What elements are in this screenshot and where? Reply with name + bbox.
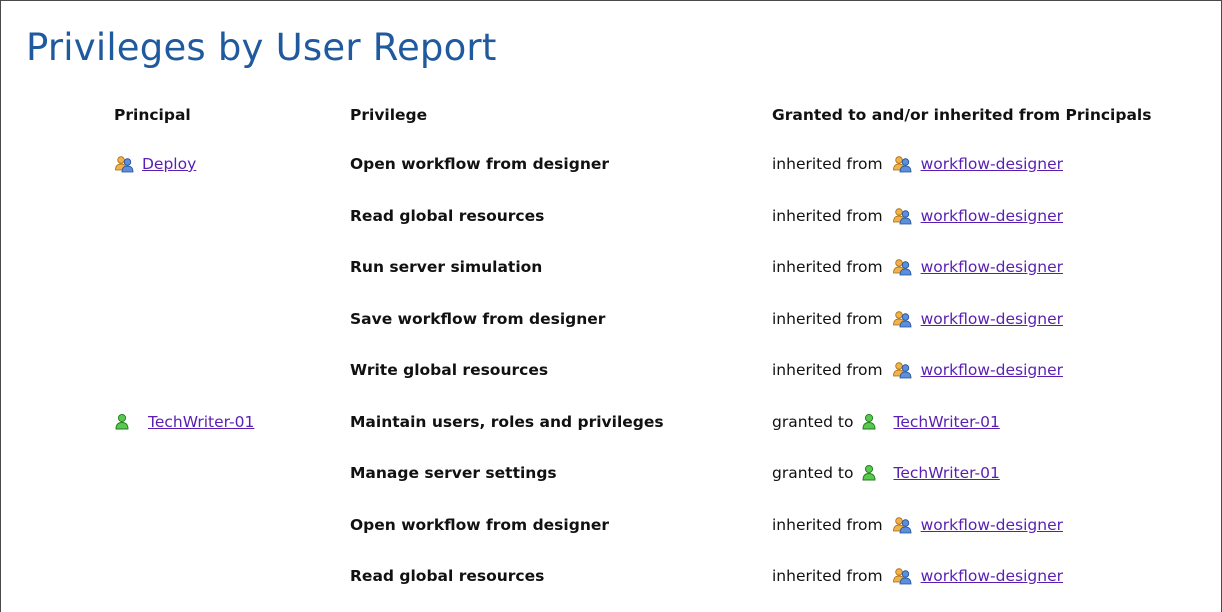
privilege-name: Maintain users, roles and privileges xyxy=(350,413,664,431)
principal-cell: TechWriter-01 xyxy=(114,409,254,435)
group-icon xyxy=(892,310,912,328)
grant-cell: inherited from workflow-designer xyxy=(772,203,1063,229)
source-principal-link[interactable]: workflow-designer xyxy=(921,258,1063,276)
source-principal-link[interactable]: TechWriter-01 xyxy=(893,464,999,482)
source-principal-link[interactable]: TechWriter-01 xyxy=(893,413,999,431)
principal-link[interactable]: TechWriter-01 xyxy=(148,413,254,431)
grant-prefix: inherited from xyxy=(772,207,883,225)
group-icon xyxy=(892,567,912,585)
header-granted: Granted to and/or inherited from Princip… xyxy=(772,106,1152,124)
group-icon xyxy=(892,516,912,534)
grant-cell: inherited from workflow-designer xyxy=(772,151,1063,177)
table-row: Manage server settings granted to TechWri… xyxy=(0,460,1220,486)
privilege-name: Run server simulation xyxy=(350,258,543,276)
grant-cell: inherited from workflow-designer xyxy=(772,512,1063,538)
grant-cell: inherited from workflow-designer xyxy=(772,563,1063,589)
table-row: Read global resources inherited from work… xyxy=(0,203,1220,229)
group-icon xyxy=(892,155,912,173)
source-principal-link[interactable]: workflow-designer xyxy=(921,207,1063,225)
table-row: TechWriter-01 Maintain users, roles and p… xyxy=(0,409,1220,435)
header-privilege: Privilege xyxy=(350,106,428,124)
grant-cell: granted to TechWriter-01 xyxy=(772,460,1000,486)
source-principal-link[interactable]: workflow-designer xyxy=(921,310,1063,328)
group-icon xyxy=(892,258,912,276)
source-principal-link[interactable]: workflow-designer xyxy=(921,567,1063,585)
principal-link[interactable]: Deploy xyxy=(142,155,196,173)
table-row: Deploy Open workflow from designer inherit… xyxy=(0,151,1220,177)
grant-cell: inherited from workflow-designer xyxy=(772,254,1063,280)
grant-prefix: inherited from xyxy=(772,310,883,328)
page-title: Privileges by User Report xyxy=(26,26,497,69)
grant-prefix: inherited from xyxy=(772,258,883,276)
user-icon xyxy=(861,464,881,482)
source-principal-link[interactable]: workflow-designer xyxy=(921,155,1063,173)
grant-cell: granted to TechWriter-01 xyxy=(772,409,1000,435)
grant-prefix: granted to xyxy=(772,464,854,482)
principal-cell: Deploy xyxy=(114,151,196,177)
table-row: Run server simulation inherited from work… xyxy=(0,254,1220,280)
table-row: Write global resources inherited from wor… xyxy=(0,357,1220,383)
grant-cell: inherited from workflow-designer xyxy=(772,357,1063,383)
user-icon xyxy=(861,413,881,431)
source-principal-link[interactable]: workflow-designer xyxy=(921,516,1063,534)
privilege-name: Read global resources xyxy=(350,207,545,225)
group-icon xyxy=(892,207,912,225)
group-icon xyxy=(892,361,912,379)
header-principal: Principal xyxy=(114,106,191,124)
privilege-name: Write global resources xyxy=(350,361,549,379)
source-principal-link[interactable]: workflow-designer xyxy=(921,361,1063,379)
privilege-name: Manage server settings xyxy=(350,464,557,482)
grant-prefix: granted to xyxy=(772,413,854,431)
privilege-name: Save workflow from designer xyxy=(350,310,606,328)
privilege-name: Open workflow from designer xyxy=(350,516,610,534)
grant-prefix: inherited from xyxy=(772,567,883,585)
privilege-name: Read global resources xyxy=(350,567,545,585)
grant-cell: inherited from workflow-designer xyxy=(772,306,1063,332)
group-icon xyxy=(114,155,134,173)
grant-prefix: inherited from xyxy=(772,155,883,173)
table-row: Open workflow from designer inherited fro… xyxy=(0,512,1220,538)
table-row: Save workflow from designer inherited fro… xyxy=(0,306,1220,332)
grant-prefix: inherited from xyxy=(772,361,883,379)
grant-prefix: inherited from xyxy=(772,516,883,534)
table-row: Read global resources inherited from work… xyxy=(0,563,1220,589)
privilege-name: Open workflow from designer xyxy=(350,155,610,173)
user-icon xyxy=(114,413,134,431)
